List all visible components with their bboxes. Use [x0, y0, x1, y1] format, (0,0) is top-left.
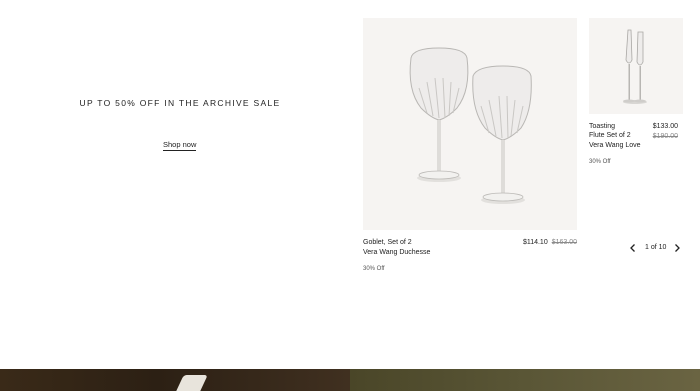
chevron-left-icon[interactable]: [627, 242, 639, 254]
page-indicator: 1 of 10: [645, 244, 667, 251]
product-card-flute[interactable]: Toasting Flute Set of 2 Vera Wang Love $…: [589, 18, 683, 165]
promo-title: UP TO 50% OFF IN THE ARCHIVE SALE: [79, 98, 281, 108]
price-block: $133.00 $190.00: [653, 122, 678, 142]
promo-block: UP TO 50% OFF IN THE ARCHIVE SALE Shop n…: [0, 18, 360, 230]
product-collection[interactable]: Vera Wang Duchesse: [363, 248, 430, 258]
flute-illustration: [623, 29, 647, 104]
carousel-pager: 1 of 10: [627, 242, 683, 254]
sale-price: $133.00: [652, 123, 678, 130]
banner-image-left[interactable]: [0, 369, 350, 391]
glass-silhouette: [176, 375, 208, 391]
chevron-right-icon[interactable]: [671, 242, 683, 254]
banner-image-right[interactable]: [350, 369, 700, 391]
discount-badge: 30% Off: [363, 266, 385, 272]
price-block: $114.10 $163.00: [523, 238, 577, 248]
discount-badge: 30% Off: [589, 159, 611, 165]
shop-now-link[interactable]: Shop now: [163, 140, 197, 151]
product-collection[interactable]: Vera Wang Love: [589, 141, 641, 151]
flute-pair-image[interactable]: [589, 18, 683, 114]
original-price: $190.00: [652, 133, 678, 140]
sale-price: $114.10: [522, 239, 548, 246]
product-card-goblet[interactable]: Goblet, Set of 2 Vera Wang Duchesse $114…: [363, 18, 577, 272]
goblet-pair-image[interactable]: [363, 18, 577, 230]
goblet-illustration: [409, 47, 532, 204]
product-name[interactable]: Goblet, Set of 2: [363, 238, 412, 248]
product-name-cont[interactable]: Flute Set of 2: [589, 131, 631, 141]
original-price: $163.00: [551, 239, 577, 246]
